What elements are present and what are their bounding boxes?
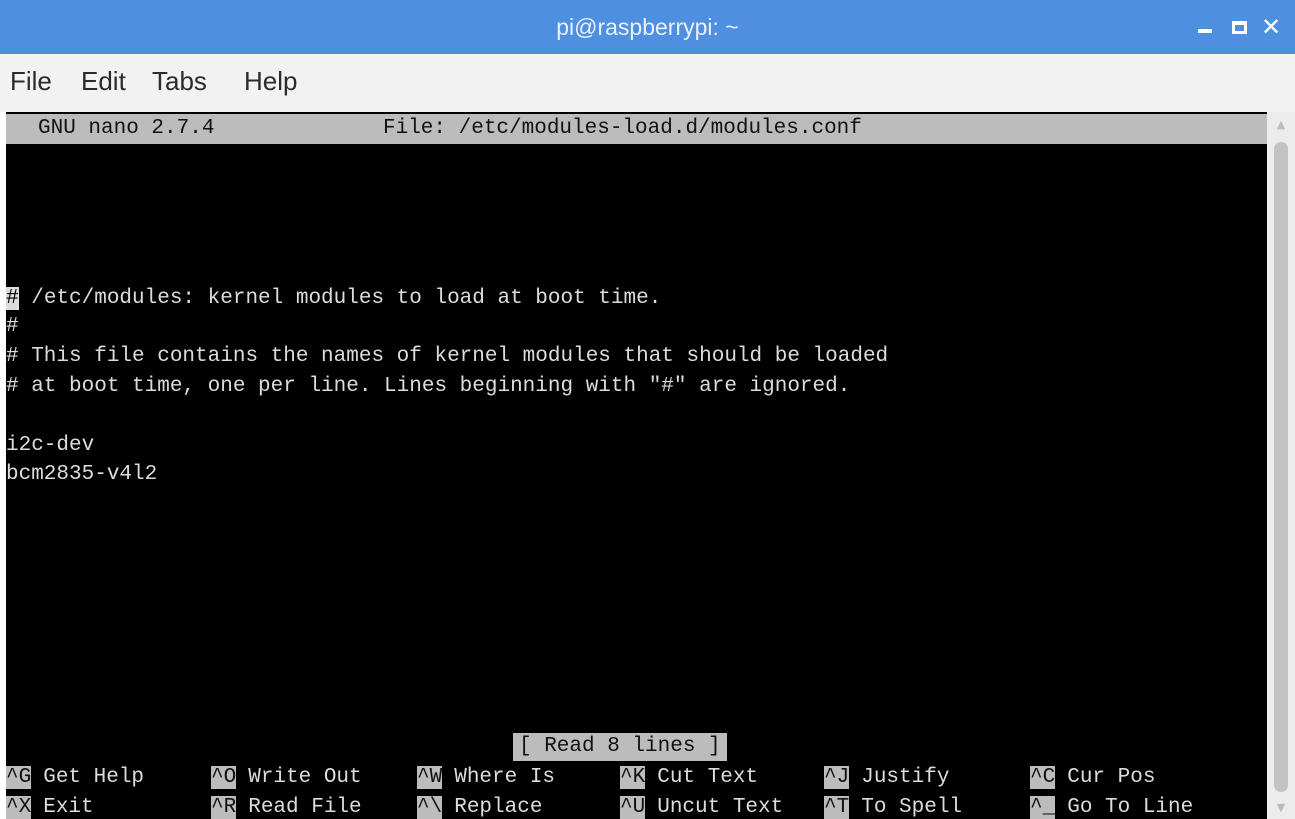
menu-edit[interactable]: Edit [81, 66, 126, 97]
shortcut-key: ^T [824, 796, 850, 819]
shortcut-key: ^G [6, 766, 32, 789]
shortcut-label: Justify [861, 766, 950, 789]
shortcut-key: ^U [620, 796, 646, 819]
maximize-button[interactable] [1222, 0, 1256, 54]
shortcut-key: ^W [417, 766, 443, 789]
maximize-icon [1231, 20, 1247, 34]
close-icon: ✕ [1260, 13, 1282, 41]
shortcut-where-is[interactable]: ^W Where Is [417, 763, 555, 793]
shortcut-key: ^K [620, 766, 646, 789]
editor-line-1-text: /etc/modules: kernel modules to load at … [18, 287, 662, 310]
shortcut-key: ^J [824, 766, 850, 789]
terminal-area[interactable]: GNU nano 2.7.4 File: /etc/modules-load.d… [6, 112, 1267, 819]
editor-line-7: bcm2835-v4l2 [6, 463, 158, 486]
shortcut-label: Replace [454, 796, 543, 819]
scroll-up-icon[interactable]: ▲ [1267, 112, 1295, 136]
nano-header: GNU nano 2.7.4 File: /etc/modules-load.d… [6, 114, 1267, 144]
shortcut-label: Exit [43, 796, 94, 819]
shortcut-to-spell[interactable]: ^T To Spell [824, 793, 962, 819]
shortcut-key: ^_ [1030, 796, 1056, 819]
editor-line-2: # [6, 315, 19, 338]
shortcut-key: ^O [211, 766, 237, 789]
close-button[interactable]: ✕ [1254, 0, 1288, 54]
window-title: pi@raspberrypi: ~ [556, 14, 739, 40]
shortcut-write-out[interactable]: ^O Write Out [211, 763, 362, 793]
shortcut-key: ^X [6, 796, 32, 819]
editor-line-4: # at boot time, one per line. Lines begi… [6, 375, 851, 398]
shortcut-label: Read File [248, 796, 362, 819]
shortcut-label: Write Out [248, 766, 362, 789]
shortcut-label: Cur Pos [1067, 766, 1156, 789]
status-message: [ Read 8 lines ] [513, 733, 727, 761]
shortcut-read-file[interactable]: ^R Read File [211, 793, 362, 819]
shortcut-exit[interactable]: ^X Exit [6, 793, 94, 819]
vertical-scrollbar[interactable]: ▲ ▼ [1267, 112, 1295, 819]
minimize-button[interactable] [1188, 0, 1222, 54]
menu-tabs[interactable]: Tabs [152, 66, 207, 97]
shortcut-justify[interactable]: ^J Justify [824, 763, 949, 793]
shortcut-label: Cut Text [657, 766, 759, 789]
minimize-icon [1198, 29, 1212, 33]
shortcut-key: ^R [211, 796, 237, 819]
shortcut-key: ^\ [417, 796, 443, 819]
shortcut-cut-text[interactable]: ^K Cut Text [620, 763, 758, 793]
editor-line-6: i2c-dev [6, 434, 95, 457]
shortcut-cur-pos[interactable]: ^C Cur Pos [1030, 763, 1155, 793]
shortcut-label: To Spell [861, 796, 963, 819]
shortcut-label: Get Help [43, 766, 145, 789]
shortcut-label: Uncut Text [657, 796, 784, 819]
shortcut-key: ^C [1030, 766, 1056, 789]
title-bar: pi@raspberrypi: ~ ✕ [0, 0, 1295, 54]
shortcut-label: Go To Line [1067, 796, 1194, 819]
nano-version: GNU nano 2.7.4 [38, 117, 215, 140]
menu-bar: File Edit Tabs Help [0, 54, 1295, 112]
editor-line-3: # This file contains the names of kernel… [6, 345, 889, 368]
shortcut-replace[interactable]: ^\ Replace [417, 793, 542, 819]
menu-file[interactable]: File [10, 66, 52, 97]
shortcut-get-help[interactable]: ^G Get Help [6, 763, 144, 793]
shortcut-label: Where Is [454, 766, 556, 789]
shortcut-go-to-line[interactable]: ^_ Go To Line [1030, 793, 1193, 819]
nano-filename: File: /etc/modules-load.d/modules.conf [383, 117, 862, 140]
text-cursor: # [6, 287, 19, 310]
scroll-down-icon[interactable]: ▼ [1267, 795, 1295, 819]
menu-help[interactable]: Help [244, 66, 297, 97]
editor-line-1: # /etc/modules: kernel modules to load a… [6, 284, 661, 314]
shortcut-uncut-text[interactable]: ^U Uncut Text [620, 793, 783, 819]
scroll-thumb[interactable] [1274, 142, 1288, 792]
